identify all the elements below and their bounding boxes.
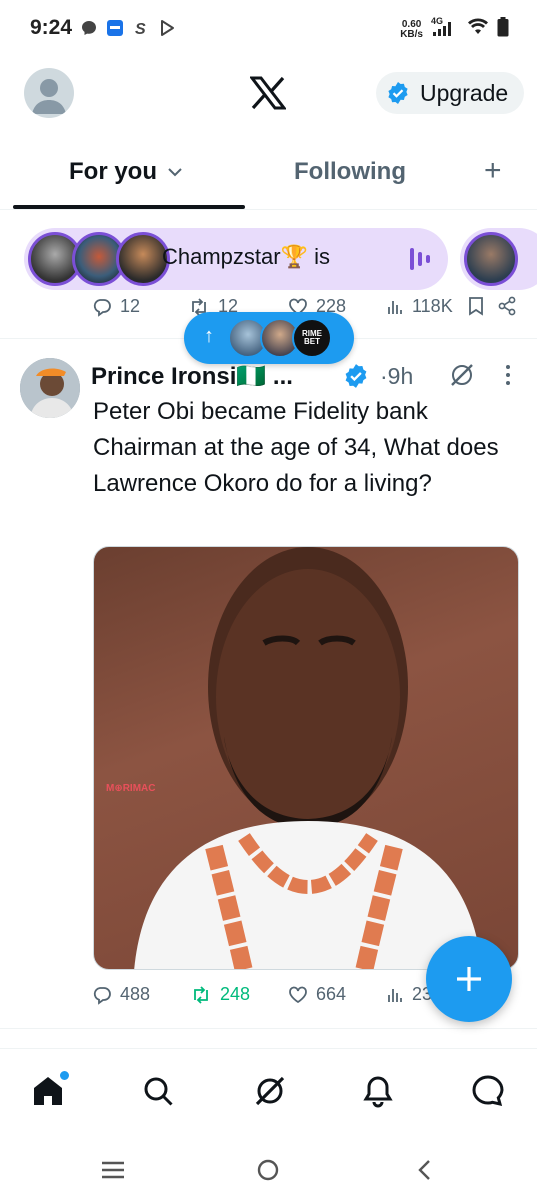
repost-count: 248 — [220, 984, 251, 1004]
nav-notifications[interactable] — [358, 1071, 398, 1111]
upgrade-label: Upgrade — [420, 79, 509, 106]
plus-icon — [457, 967, 481, 991]
divider — [0, 1028, 537, 1029]
search-icon — [144, 1077, 173, 1106]
views-icon — [388, 988, 402, 1002]
reply-button[interactable]: 12 — [92, 296, 140, 317]
arrow-up-icon: ↑ — [204, 325, 214, 347]
space-title: Champzstar🏆 is — [162, 244, 330, 269]
media-watermark: M⊕RIMAC — [106, 783, 156, 794]
repost-icon — [194, 985, 208, 1004]
bottom-navigation — [0, 1048, 537, 1134]
compose-post-button[interactable] — [426, 936, 512, 1022]
home-circle-icon[interactable] — [256, 1158, 280, 1187]
add-tab-button[interactable]: + — [484, 154, 502, 188]
post-timestamp[interactable]: ·9h — [380, 363, 413, 390]
default-avatar-icon — [32, 79, 66, 114]
upgrade-button[interactable]: Upgrade — [376, 72, 524, 114]
reply-count: 488 — [120, 984, 151, 1004]
share-icon — [498, 296, 516, 316]
nav-messages[interactable] — [468, 1071, 508, 1111]
signal-icon: 4G — [431, 16, 459, 43]
live-space-pill[interactable] — [460, 228, 537, 290]
verified-badge-icon — [388, 82, 408, 104]
views-icon — [388, 300, 402, 314]
verified-badge-icon — [343, 363, 369, 394]
battery-icon — [497, 17, 509, 42]
new-post-avatar: RIME BET — [292, 318, 332, 358]
like-count: 664 — [316, 984, 347, 1004]
space-avatars — [28, 232, 178, 286]
play-store-icon — [158, 19, 176, 37]
views-button[interactable]: 118K — [386, 296, 453, 317]
views-button[interactable]: 23 — [386, 984, 432, 1005]
status-app-icons: S — [80, 19, 176, 37]
network-type: 4G — [431, 16, 443, 26]
portrait-photo — [134, 547, 482, 969]
share-button[interactable] — [498, 296, 516, 316]
status-time: 9:24 — [30, 16, 73, 39]
recent-apps-icon[interactable] — [100, 1160, 126, 1185]
status-indicators: 0.60 KB/s 4G — [400, 16, 509, 43]
bookmark-button[interactable] — [468, 296, 484, 316]
repost-button[interactable]: 248 — [190, 984, 250, 1005]
network-speed: 0.60 KB/s — [400, 18, 423, 40]
notification-dot — [58, 1069, 71, 1082]
live-space-pill[interactable]: Champzstar🏆 is — [24, 228, 448, 290]
heart-icon — [289, 986, 307, 1003]
space-avatar — [464, 232, 518, 286]
profile-avatar[interactable] — [24, 68, 74, 118]
chevron-down-icon[interactable] — [167, 167, 183, 177]
divider — [0, 209, 537, 210]
tab-following[interactable]: Following — [294, 158, 406, 186]
post-author-avatar[interactable] — [20, 358, 80, 418]
bookmark-icon — [469, 297, 483, 316]
post-author-name[interactable]: Prince Ironsi🇳🇬 ... — [91, 362, 293, 391]
wifi-icon — [467, 17, 489, 42]
nav-search[interactable] — [138, 1071, 178, 1111]
back-icon[interactable] — [414, 1158, 434, 1187]
x-logo-icon[interactable] — [248, 76, 288, 110]
reply-button[interactable]: 488 — [92, 984, 150, 1005]
more-options-icon[interactable] — [498, 362, 518, 388]
audio-bars-icon — [410, 248, 430, 270]
s-app-icon: S — [132, 19, 150, 37]
chat-icon — [472, 1075, 504, 1107]
bell-icon — [363, 1076, 393, 1108]
like-button[interactable]: 664 — [288, 984, 346, 1005]
new-posts-button[interactable]: ↑ RIME BET — [184, 312, 354, 364]
reply-count: 12 — [120, 296, 141, 316]
reply-icon — [93, 298, 111, 317]
messenger-icon — [80, 19, 98, 37]
opay-icon — [106, 19, 124, 37]
grok-icon — [255, 1076, 285, 1106]
svg-text:S: S — [135, 21, 146, 37]
author-photo — [20, 358, 80, 418]
feed-tabs: For you Following + — [0, 140, 537, 210]
post-image[interactable]: M⊕RIMAC — [93, 546, 519, 970]
status-bar: 9:24 S 0.60 KB/s 4G — [0, 0, 537, 60]
system-navigation-bar — [0, 1140, 537, 1199]
grok-icon[interactable] — [449, 362, 475, 393]
post-text: Peter Obi became Fidelity bank Chairman … — [93, 398, 499, 497]
tab-for-you[interactable]: For you — [69, 158, 183, 186]
new-post-avatar-text: RIME BET — [302, 329, 322, 346]
views-count: 118K — [412, 296, 453, 316]
reply-icon — [93, 986, 111, 1005]
tab-for-you-label: For you — [69, 158, 157, 185]
nav-grok[interactable] — [250, 1071, 290, 1111]
